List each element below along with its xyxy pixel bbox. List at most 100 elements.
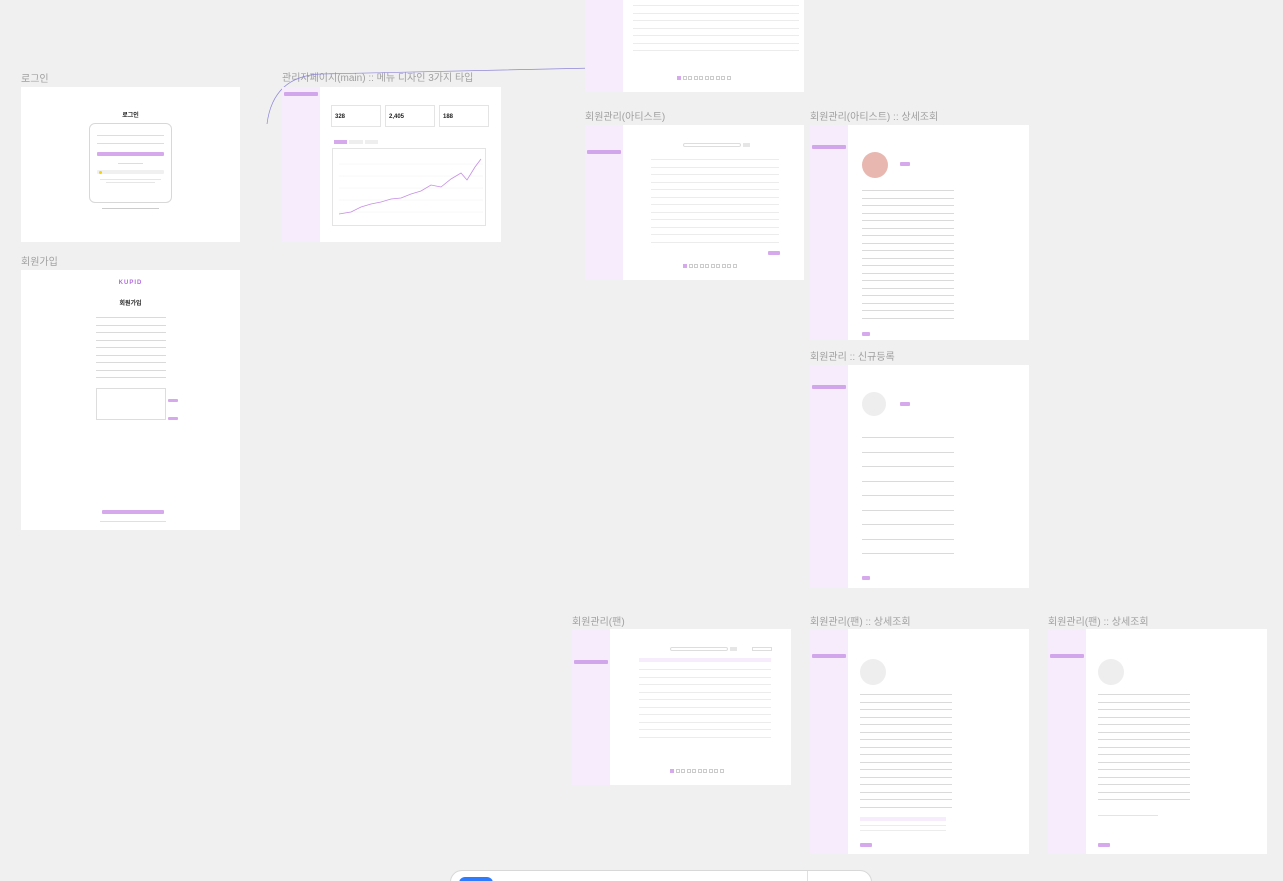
frame-label-fan-detail: 회원관리(팬) :: 상세조회 — [810, 617, 911, 628]
sidebar-item-artist[interactable] — [587, 150, 621, 154]
sidebar-item[interactable] — [815, 634, 848, 638]
frame-label-artist-list: 회원관리(아티스트) — [585, 112, 666, 123]
sidebar-item[interactable] — [287, 109, 320, 113]
sidebar-item[interactable] — [577, 669, 610, 673]
fan-detail-fields — [860, 687, 952, 807]
verify-button[interactable] — [168, 399, 178, 402]
pagination[interactable] — [677, 76, 731, 80]
field-phone[interactable] — [96, 362, 166, 363]
sidebar-item[interactable] — [287, 98, 320, 102]
field-email[interactable] — [96, 324, 166, 325]
signup-footer — [100, 521, 166, 522]
sidebar-item[interactable] — [1053, 634, 1086, 638]
sidebar-item[interactable] — [287, 114, 320, 118]
sidebar-item[interactable] — [590, 136, 623, 140]
sidebar-item[interactable] — [815, 130, 848, 134]
stat-card: 328 — [331, 105, 381, 127]
sidebar-item[interactable] — [815, 649, 848, 653]
sidebar-item[interactable] — [590, 170, 623, 174]
sidebar-item[interactable] — [577, 654, 610, 658]
search-button[interactable] — [743, 143, 750, 147]
list-frame-top — [585, 0, 804, 92]
sidebar-item[interactable] — [815, 370, 848, 374]
pagination[interactable] — [670, 769, 724, 773]
field-gender[interactable] — [96, 347, 166, 348]
artist-table — [651, 155, 779, 242]
sidebar-item[interactable] — [590, 165, 623, 169]
list-button[interactable] — [862, 332, 870, 336]
id-input[interactable] — [97, 131, 164, 136]
field-password-confirm[interactable] — [96, 339, 166, 340]
sidebar-item[interactable] — [815, 640, 848, 644]
signup-submit-button[interactable] — [102, 510, 164, 514]
sidebar-item-fan[interactable] — [1050, 654, 1084, 658]
sidebar-item[interactable] — [590, 141, 623, 145]
sidebar-item[interactable] — [590, 130, 623, 134]
field-password[interactable] — [96, 332, 166, 333]
field-name[interactable] — [96, 317, 166, 318]
field-nickname[interactable] — [96, 377, 166, 378]
chart-tab[interactable] — [349, 140, 363, 144]
signup-trend-chart — [332, 148, 486, 226]
artist-list-frame — [585, 125, 804, 280]
chart-tab[interactable] — [364, 140, 378, 144]
pagination[interactable] — [683, 264, 737, 268]
sidebar-item-fan[interactable] — [574, 659, 608, 664]
photo-upload-button[interactable] — [900, 402, 910, 406]
chart-tab[interactable] — [334, 140, 348, 144]
field-birth[interactable] — [96, 354, 166, 355]
sidebar-item[interactable] — [590, 156, 623, 160]
sidebar-item[interactable] — [815, 136, 848, 140]
kakao-login-button[interactable] — [97, 170, 164, 174]
sidebar-item[interactable] — [1053, 649, 1086, 653]
sidebar-item[interactable] — [1053, 640, 1086, 644]
sidebar — [572, 629, 610, 785]
artist-new-frame — [810, 365, 1029, 588]
sort-select[interactable] — [752, 647, 772, 651]
member-table — [633, 0, 799, 51]
toolbar-tool-button[interactable] — [459, 877, 493, 881]
signup-frame: KUPID 회원가입 — [21, 270, 240, 530]
sidebar-item[interactable] — [577, 645, 610, 649]
sidebar-item-fan[interactable] — [812, 654, 846, 658]
sidebar-item-artist[interactable] — [812, 144, 846, 149]
sidebar-item[interactable] — [577, 634, 610, 638]
sidebar-item[interactable] — [287, 123, 320, 127]
sidebar-item[interactable] — [287, 143, 320, 147]
terms-box[interactable] — [96, 387, 166, 420]
search-input[interactable] — [670, 647, 728, 651]
sidebar-item[interactable] — [287, 103, 320, 107]
artist-detail-frame — [810, 125, 1029, 340]
sidebar-item-dashboard[interactable] — [284, 92, 318, 96]
frame-label-signup: 회원가입 — [21, 257, 58, 268]
sidebar-item[interactable] — [287, 138, 320, 142]
chart-tabs — [334, 140, 378, 144]
sidebar — [810, 629, 848, 854]
sidebar — [585, 0, 623, 92]
fan-detail-frame-a — [810, 629, 1029, 854]
signup-title: 회원가입 — [119, 301, 142, 307]
sidebar — [810, 365, 848, 588]
login-links[interactable] — [102, 208, 159, 209]
login-button[interactable] — [97, 152, 164, 156]
add-artist-button[interactable] — [768, 251, 780, 255]
sidebar-item[interactable] — [287, 129, 320, 133]
photo-change-button[interactable] — [900, 162, 910, 166]
list-button[interactable] — [1098, 843, 1110, 847]
field-address[interactable] — [96, 369, 166, 370]
list-button[interactable] — [860, 843, 872, 847]
sidebar-item[interactable] — [815, 376, 848, 380]
search-button[interactable] — [730, 647, 737, 651]
sidebar-item[interactable] — [577, 640, 610, 644]
address-search-button[interactable] — [168, 417, 178, 420]
register-button[interactable] — [862, 576, 870, 580]
profile-placeholder — [862, 392, 886, 416]
password-input[interactable] — [97, 139, 164, 144]
search-input[interactable] — [683, 143, 741, 147]
remember-checkbox[interactable] — [97, 147, 164, 150]
sidebar-item[interactable] — [577, 674, 610, 678]
sidebar-item[interactable] — [815, 150, 848, 154]
login-frame: 로그인 — [21, 87, 240, 242]
sidebar-item[interactable] — [815, 390, 848, 394]
sidebar-item-artist[interactable] — [812, 384, 846, 389]
